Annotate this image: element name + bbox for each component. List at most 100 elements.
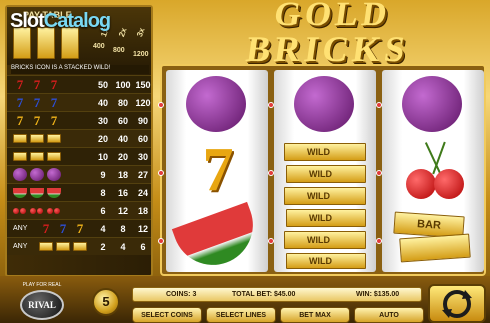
pay-value: 16 bbox=[117, 188, 128, 198]
gold-brick-icon bbox=[47, 152, 61, 161]
cherry-icon bbox=[20, 208, 26, 214]
game-title-line2: BRICKS bbox=[243, 29, 412, 69]
select-lines-button[interactable]: SELECT LINES bbox=[206, 307, 276, 323]
win-display: WIN: $135.00 bbox=[356, 291, 400, 298]
pay-value: 10 bbox=[97, 152, 108, 162]
paytable-row: ANY 2 4 6 bbox=[7, 237, 151, 255]
paytable-row: 8 16 24 bbox=[7, 183, 151, 201]
game-title: GOLD BRICKS bbox=[195, 0, 465, 69]
red-seven-icon: 7 bbox=[16, 77, 24, 92]
spin-button[interactable] bbox=[428, 284, 486, 323]
payline-marker-left bbox=[158, 102, 164, 108]
wild-brick-5: WILD bbox=[284, 231, 366, 249]
cherry-icon bbox=[30, 208, 36, 214]
rival-logo-text: RIVAL bbox=[28, 300, 56, 310]
reel-area: 7 WILD WILD WILD WILD WILD WILD BAR bbox=[158, 64, 486, 277]
pay-value: 8 bbox=[120, 224, 126, 234]
payline-marker bbox=[268, 102, 274, 108]
seven-icon: 7 bbox=[202, 136, 234, 204]
pay-value: 20 bbox=[97, 134, 108, 144]
wild-note: BRICKS ICON IS A STACKED WILD! bbox=[11, 65, 149, 74]
paytable-row: 7 7 7 50 100 150 bbox=[7, 75, 151, 93]
any-seven-icon: 7 bbox=[42, 221, 50, 236]
payline-marker bbox=[376, 170, 382, 176]
pay-value: 120 bbox=[135, 98, 151, 108]
watermark-catalog: Catalog bbox=[43, 10, 111, 32]
multiplier-3x: 3x bbox=[135, 26, 147, 39]
paytable-row: 6 12 18 bbox=[7, 201, 151, 219]
reel-1: 7 bbox=[166, 70, 268, 277]
spin-arrows-icon bbox=[442, 290, 472, 318]
pay-value: 6 bbox=[140, 242, 146, 252]
pay-value: 24 bbox=[137, 188, 148, 198]
gold-bar-icon bbox=[47, 134, 61, 143]
paytable-row: 7 7 7 30 60 90 bbox=[7, 111, 151, 129]
total-bet-display: TOTAL BET: $45.00 bbox=[232, 291, 296, 298]
pay-value: 40 bbox=[117, 134, 128, 144]
plum-icon bbox=[166, 70, 268, 137]
reel-3: BAR bbox=[382, 70, 484, 272]
pay-value: 12 bbox=[117, 206, 128, 216]
red-seven-icon: 7 bbox=[33, 77, 41, 92]
play-for-real-label: PLAY FOR REAL bbox=[22, 282, 62, 288]
watermelon-icon bbox=[30, 188, 44, 198]
payline-marker bbox=[268, 238, 274, 244]
bar-icon: BAR bbox=[382, 204, 484, 271]
paytable-panel: PAY TABLE 1x 2x 3x 400 800 1200 BRICKS I… bbox=[5, 5, 153, 277]
gold-seven-icon: 7 bbox=[50, 113, 58, 128]
watermelon-icon bbox=[13, 188, 27, 198]
select-coins-button[interactable]: SELECT COINS bbox=[132, 307, 202, 323]
pay-value: 60 bbox=[117, 116, 128, 126]
pay-value: 30 bbox=[137, 152, 148, 162]
gold-brick-icon bbox=[30, 152, 44, 161]
payline-marker bbox=[376, 102, 382, 108]
payline-marker-left bbox=[158, 238, 164, 244]
any-label: ANY bbox=[13, 243, 28, 250]
cherry-icon bbox=[13, 208, 19, 214]
gold-seven-icon: 7 bbox=[16, 113, 24, 128]
any-bar-icon bbox=[39, 242, 53, 251]
paytable-row: 7 7 7 40 80 120 bbox=[7, 93, 151, 111]
slotcatalog-watermark: SlotCatalog bbox=[10, 10, 111, 33]
pay-value: 18 bbox=[137, 206, 148, 216]
paytable-rows: 7 7 7 50 100 150 7 7 7 40 80 120 7 7 7 30 60 90 20 40 60 10 20… bbox=[7, 75, 151, 255]
auto-button[interactable]: AUTO bbox=[354, 307, 424, 323]
any-label: ANY bbox=[13, 225, 28, 232]
pay-value: 30 bbox=[97, 116, 108, 126]
pay-value: 27 bbox=[137, 170, 148, 180]
blue-seven-icon: 7 bbox=[50, 95, 58, 110]
any-bar-icon bbox=[56, 242, 70, 251]
plum-icon bbox=[13, 168, 27, 181]
coin-value-button[interactable]: 5 bbox=[92, 288, 120, 316]
watermark-slot: Slot bbox=[10, 10, 45, 32]
pay-value: 8 bbox=[100, 188, 106, 198]
paytable-row: ANY 7 7 7 4 8 12 bbox=[7, 219, 151, 237]
blue-seven-icon: 7 bbox=[33, 95, 41, 110]
wild-brick-3: WILD bbox=[284, 187, 366, 205]
wild-brick-1: WILD bbox=[284, 143, 366, 161]
gold-seven-icon: 7 bbox=[33, 113, 41, 128]
pay-value: 90 bbox=[137, 116, 148, 126]
bet-max-button[interactable]: BET MAX bbox=[280, 307, 350, 323]
payline-marker bbox=[268, 170, 274, 176]
plum-icon bbox=[47, 168, 61, 181]
multiplier-faded-3: 1200 bbox=[133, 51, 149, 58]
pay-value: 18 bbox=[117, 170, 128, 180]
paytable-row: 10 20 30 bbox=[7, 147, 151, 165]
plum-icon bbox=[30, 168, 44, 181]
any-seven-icon: 7 bbox=[76, 221, 84, 236]
paytable-row: 20 40 60 bbox=[7, 129, 151, 147]
any-bar-icon bbox=[73, 242, 87, 251]
coins-display: COINS: 3 bbox=[166, 291, 197, 298]
watermelon-icon bbox=[47, 188, 61, 198]
gold-brick-icon bbox=[13, 152, 27, 161]
pay-value: 6 bbox=[100, 206, 106, 216]
payline-marker-left bbox=[158, 170, 164, 176]
cherry-icon bbox=[54, 208, 60, 214]
watermelon-icon bbox=[166, 201, 268, 277]
rival-brand[interactable]: PLAY FOR REAL RIVAL bbox=[12, 282, 72, 323]
wild-brick-2: WILD bbox=[286, 165, 366, 183]
gold-bar-icon bbox=[30, 134, 44, 143]
paytable-row: 9 18 27 bbox=[7, 165, 151, 183]
multiplier-faded-1: 400 bbox=[93, 43, 105, 50]
